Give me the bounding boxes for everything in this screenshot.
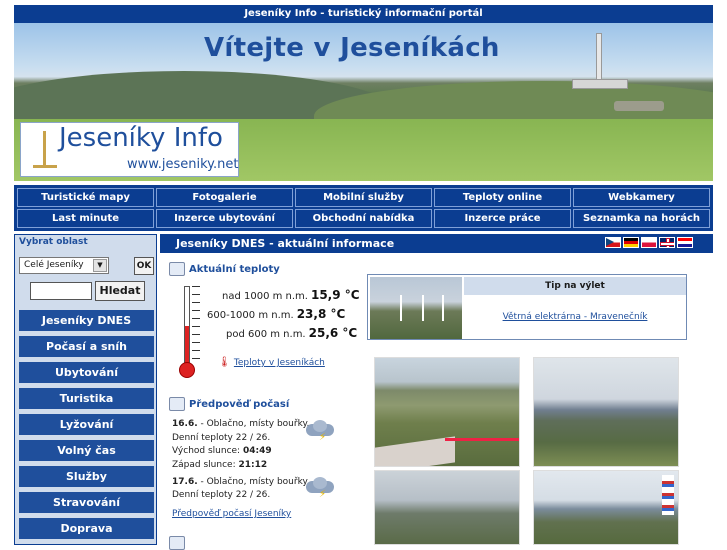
- forecast-day1-date: 16.6.: [172, 419, 198, 429]
- de-flag-icon[interactable]: [623, 237, 639, 248]
- temp-value: 23,8 °C: [296, 307, 346, 321]
- small-thermometer-icon: 🌡: [218, 357, 231, 368]
- webcam-image[interactable]: [374, 470, 520, 545]
- search-input[interactable]: [30, 282, 92, 300]
- forecast-link-row: Předpověď počasí Jeseníky: [172, 508, 291, 519]
- main-navigation: Turistické mapy Fotogalerie Mobilní služ…: [14, 185, 713, 231]
- trip-tip-link[interactable]: Větrná elektrárna - Mravenečník: [503, 312, 648, 322]
- temps-title: Aktuální teploty: [189, 263, 280, 275]
- forecast-sunrise: Východ slunce: 04:49: [172, 446, 272, 456]
- forecast-day1-summary: 16.6. - Oblačno, místy bouřky.: [172, 419, 309, 429]
- site-logo[interactable]: Jeseníky Info www.jeseniky.net: [20, 122, 239, 177]
- logo-url: www.jeseniky.net: [127, 157, 239, 172]
- forecast-day2-temps: Denní teploty 22 / 26.: [172, 490, 271, 500]
- banner-tower: [596, 33, 602, 85]
- forecast-day2-date: 17.6.: [172, 477, 198, 487]
- nav-obchodni-nabidka[interactable]: Obchodní nabídka: [295, 209, 432, 228]
- region-label: Vybrat oblast: [19, 237, 88, 247]
- banner-rocks: [614, 101, 664, 111]
- weather-icon: [169, 397, 185, 411]
- hr-flag-icon[interactable]: [677, 237, 693, 248]
- region-select[interactable]: Celé Jeseníky ▼: [19, 257, 109, 274]
- sunrise-label: Východ slunce:: [172, 446, 243, 456]
- sidebar: Vybrat oblast Celé Jeseníky ▼ OK Hledat …: [14, 234, 157, 545]
- region-ok-button[interactable]: OK: [134, 257, 154, 275]
- nav-turisticke-mapy[interactable]: Turistické mapy: [17, 188, 154, 207]
- banner-title: Vítejte v Jeseníkách: [204, 33, 500, 63]
- storm-cloud-icon: ⚡: [304, 477, 338, 500]
- sidebar-item-pocasi-a-snih[interactable]: Počasí a sníh: [19, 336, 154, 357]
- forecast-day1-temps: Denní teploty 22 / 26.: [172, 433, 271, 443]
- forecast-sunset: Západ slunce: 21:12: [172, 460, 267, 470]
- region-select-row: Celé Jeseníky ▼ OK: [19, 257, 154, 275]
- temps-section-title: Aktuální teploty: [169, 262, 280, 276]
- logo-base-icon: [33, 165, 57, 168]
- thermometer-scale: [192, 286, 200, 366]
- section-icon: [169, 536, 185, 550]
- nav-fotogalerie[interactable]: Fotogalerie: [156, 188, 293, 207]
- webcam-image[interactable]: [533, 470, 679, 545]
- forecast-day2-text: - Oblačno, místy bouřky.: [197, 477, 310, 487]
- sidebar-menu: Jeseníky DNES Počasí a sníh Ubytování Tu…: [19, 310, 154, 544]
- search-button[interactable]: Hledat: [95, 281, 145, 301]
- nav-webkamery[interactable]: Webkamery: [573, 188, 710, 207]
- trip-tip-heading: Tip na výlet: [464, 277, 686, 295]
- temp-value: 15,9 °C: [310, 288, 360, 302]
- chevron-down-icon[interactable]: ▼: [93, 259, 107, 272]
- sidebar-item-sluzby[interactable]: Služby: [19, 466, 154, 487]
- temp-label: nad 1000 m n.m.: [222, 291, 308, 302]
- webcam-image[interactable]: [533, 357, 679, 467]
- nav-mobilni-sluzby[interactable]: Mobilní služby: [295, 188, 432, 207]
- logo-name: Jeseníky Info: [59, 123, 223, 153]
- content-heading-bar: Jeseníky DNES - aktuální informace: [160, 234, 713, 253]
- sidebar-item-volny-cas[interactable]: Volný čas: [19, 440, 154, 461]
- sidebar-item-ubytovani[interactable]: Ubytování: [19, 362, 154, 383]
- temp-row-mid: 600-1000 m n.m. 23,8 °C: [207, 307, 345, 321]
- sidebar-item-stravovani[interactable]: Stravování: [19, 492, 154, 513]
- forecast-title: Předpověď počasí: [189, 398, 290, 410]
- header-banner: Vítejte v Jeseníkách Jeseníky Info www.j…: [14, 23, 713, 181]
- temp-row-low: pod 600 m n.m. 25,6 °C: [226, 326, 357, 340]
- thermometer-icon: [176, 286, 200, 378]
- logo-mast-icon: [43, 131, 46, 167]
- cz-flag-icon[interactable]: [605, 237, 621, 248]
- trip-tip-box: Tip na výlet Větrná elektrárna - Mravene…: [367, 274, 687, 340]
- trip-tip-link-row: Větrná elektrárna - Mravenečník: [464, 311, 686, 322]
- language-flags: [605, 237, 693, 248]
- sidebar-item-jeseniky-dnes[interactable]: Jeseníky DNES: [19, 310, 154, 331]
- nav-inzerce-prace[interactable]: Inzerce práce: [434, 209, 571, 228]
- banner-tower-base: [572, 79, 628, 89]
- sunset-value: 21:12: [238, 460, 268, 470]
- sidebar-item-lyzovani[interactable]: Lyžování: [19, 414, 154, 435]
- temp-row-high: nad 1000 m n.m. 15,9 °C: [222, 288, 360, 302]
- forecast-day1-text: - Oblačno, místy bouřky.: [197, 419, 310, 429]
- next-section-title: [169, 536, 185, 550]
- webcam-image[interactable]: [374, 357, 520, 467]
- forecast-link[interactable]: Předpověď počasí Jeseníky: [172, 509, 291, 519]
- nav-inzerce-ubytovani[interactable]: Inzerce ubytování: [156, 209, 293, 228]
- temp-value: 25,6 °C: [308, 326, 358, 340]
- sidebar-item-doprava[interactable]: Doprava: [19, 518, 154, 539]
- temps-link-row: 🌡 Teploty v Jeseníkách: [218, 357, 325, 368]
- storm-cloud-icon: ⚡: [304, 420, 338, 443]
- gb-flag-icon[interactable]: [659, 237, 675, 248]
- sunrise-value: 04:49: [242, 446, 272, 456]
- forecast-section-title: Předpověď počasí: [169, 397, 289, 411]
- site-title-bar: Jeseníky Info - turistický informační po…: [14, 5, 713, 23]
- temp-label: 600-1000 m n.m.: [207, 310, 294, 321]
- sunset-label: Západ slunce:: [172, 460, 239, 470]
- temp-label: pod 600 m n.m.: [226, 329, 306, 340]
- forecast-day2-summary: 17.6. - Oblačno, místy bouřky.: [172, 477, 309, 487]
- nav-seznamka-na-horach[interactable]: Seznamka na horách: [573, 209, 710, 228]
- trip-tip-photo[interactable]: [370, 277, 462, 339]
- sidebar-item-turistika[interactable]: Turistika: [19, 388, 154, 409]
- thermometer-chart-icon: [169, 262, 185, 276]
- pl-flag-icon[interactable]: [641, 237, 657, 248]
- region-select-value: Celé Jeseníky: [24, 260, 84, 270]
- nav-teploty-online[interactable]: Teploty online: [434, 188, 571, 207]
- nav-last-minute[interactable]: Last minute: [17, 209, 154, 228]
- thermometer-bulb: [179, 362, 195, 378]
- temps-link[interactable]: Teploty v Jeseníkách: [234, 358, 325, 368]
- content-heading: Jeseníky DNES - aktuální informace: [176, 237, 395, 250]
